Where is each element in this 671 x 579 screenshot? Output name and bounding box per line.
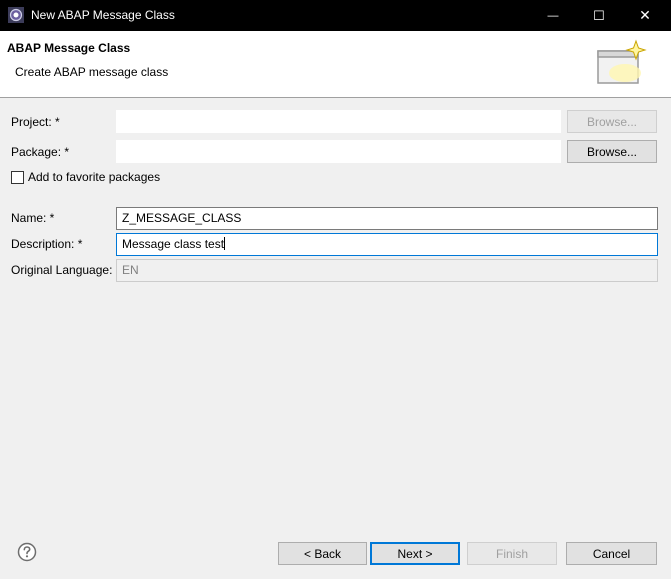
maximize-icon: ☐	[593, 7, 605, 23]
maximize-button[interactable]: ☐	[576, 0, 622, 31]
minimize-button[interactable]: —	[530, 0, 576, 31]
project-label: Project: *	[11, 115, 60, 129]
cancel-button[interactable]: Cancel	[566, 542, 657, 565]
back-button[interactable]: < Back	[278, 542, 367, 565]
window-title: New ABAP Message Class	[31, 8, 175, 22]
package-browse-button[interactable]: Browse...	[567, 140, 657, 163]
finish-button[interactable]: Finish	[467, 542, 557, 565]
project-browse-button[interactable]: Browse...	[567, 110, 657, 133]
eclipse-app-icon	[8, 7, 24, 23]
help-question-icon[interactable]	[17, 542, 37, 562]
package-input[interactable]	[116, 140, 561, 163]
window-titlebar: New ABAP Message Class — ☐ ✕	[0, 0, 671, 31]
original-language-input[interactable]: EN	[116, 259, 658, 282]
wizard-header: ABAP Message Class Create ABAP message c…	[0, 31, 671, 98]
minimize-icon: —	[547, 9, 559, 22]
name-label: Name: *	[11, 211, 55, 225]
original-language-label: Original Language:	[11, 263, 113, 277]
description-input[interactable]: Message class test	[116, 233, 658, 256]
text-caret	[224, 237, 226, 250]
wizard-title: ABAP Message Class	[7, 41, 131, 55]
wizard-subtitle: Create ABAP message class	[15, 65, 169, 79]
description-value: Message class test	[122, 237, 225, 251]
description-label: Description: *	[11, 237, 83, 251]
close-icon: ✕	[639, 7, 651, 23]
close-button[interactable]: ✕	[622, 0, 668, 31]
favorite-packages-label: Add to favorite packages	[28, 170, 161, 184]
favorite-packages-checkbox[interactable]	[11, 171, 24, 184]
name-input[interactable]: Z_MESSAGE_CLASS	[116, 207, 658, 230]
project-input[interactable]	[116, 110, 561, 133]
wizard-sparkle-icon	[597, 39, 647, 84]
package-label: Package: *	[11, 145, 70, 159]
next-button[interactable]: Next >	[370, 542, 460, 565]
